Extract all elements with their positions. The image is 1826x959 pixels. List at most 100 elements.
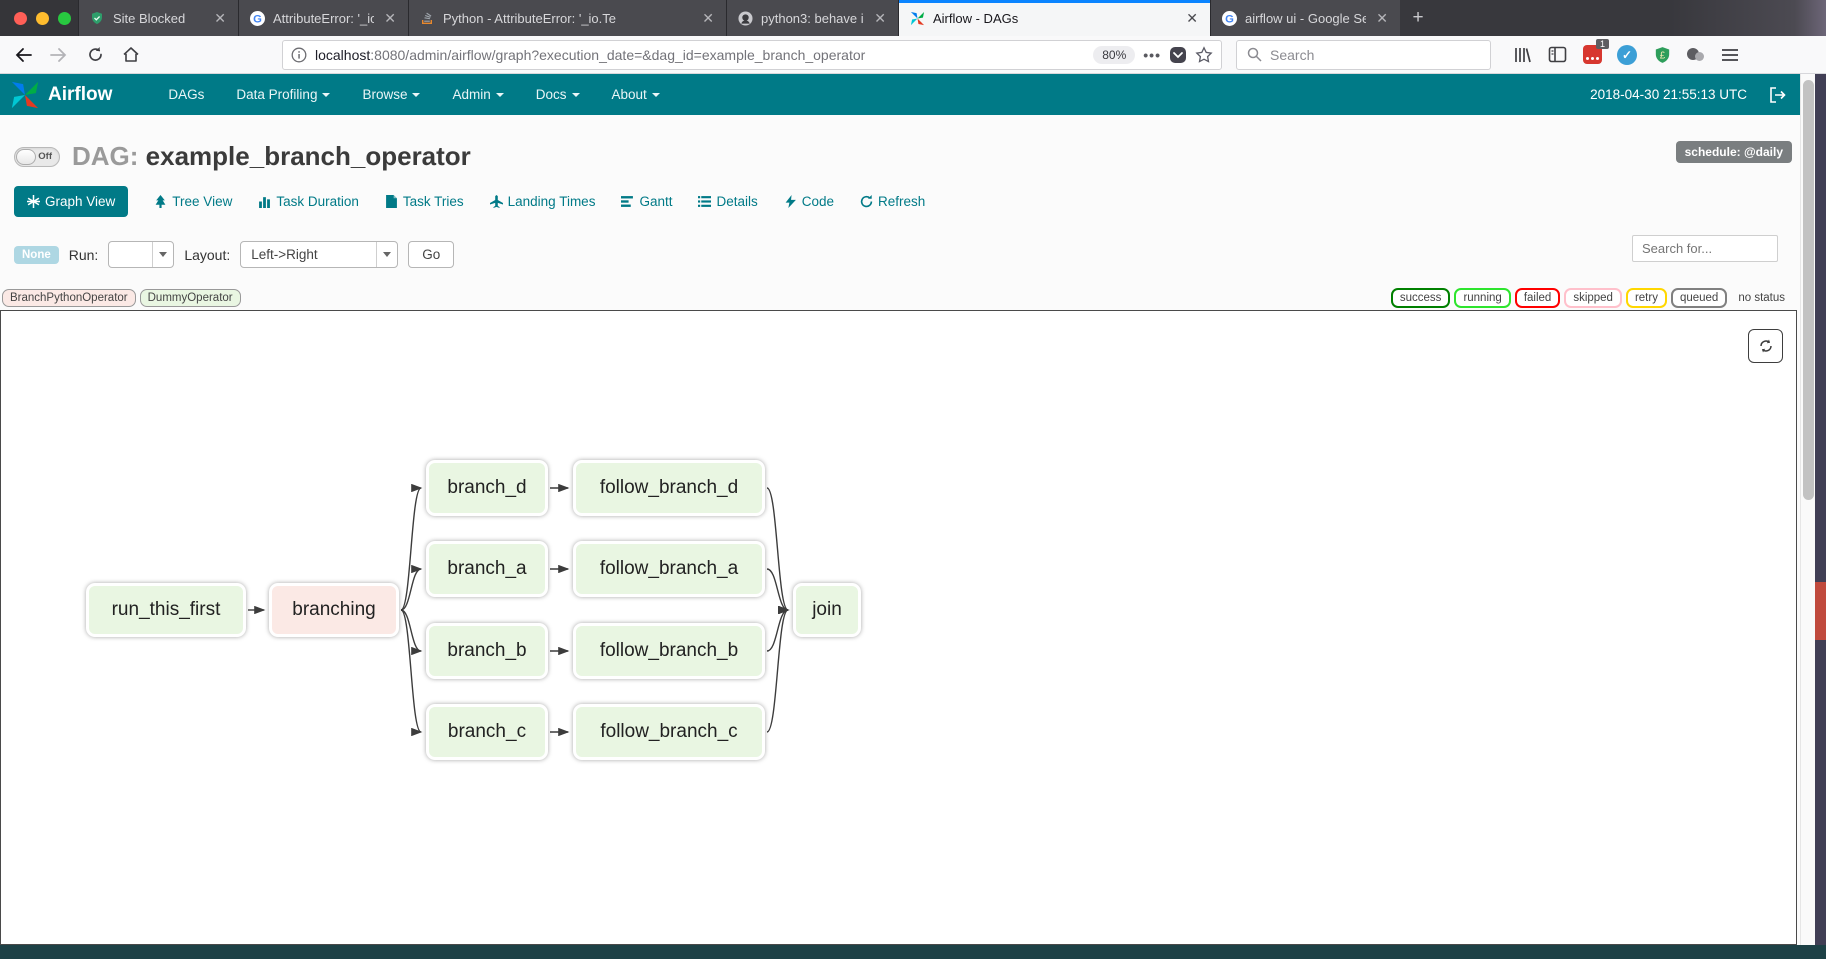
tab-python-stackoverflow[interactable]: Python - AttributeError: '_io.Te ✕: [408, 0, 726, 36]
go-button[interactable]: Go: [408, 241, 454, 268]
browser-search-field[interactable]: Search: [1236, 40, 1491, 70]
run-label: Run:: [69, 247, 99, 263]
state-legend: success running failed skipped retry que…: [1391, 288, 1792, 308]
url-text[interactable]: localhost:8080/admin/airflow/graph?execu…: [315, 47, 1085, 63]
tab-gantt[interactable]: Gantt: [621, 194, 672, 209]
view-tab-label: Tree View: [172, 194, 232, 209]
dag-node-follow_branch_c[interactable]: follow_branch_c: [573, 704, 765, 760]
legend-queued: queued: [1671, 288, 1727, 308]
sidebar-toggle-icon[interactable]: [1546, 44, 1568, 66]
github-icon: [737, 10, 753, 26]
zoom-level-badge[interactable]: 80%: [1093, 46, 1135, 64]
run-select[interactable]: [108, 241, 174, 268]
task-search-input[interactable]: [1632, 235, 1778, 262]
shield-extension-icon[interactable]: £: [1651, 44, 1673, 66]
nav-item-data-profiling[interactable]: Data Profiling: [220, 74, 346, 115]
tab-title: airflow ui - Google Search: [1245, 11, 1366, 26]
graph-view-icon: [27, 195, 40, 208]
tab-code[interactable]: Code: [784, 194, 834, 209]
shield-icon: [89, 10, 105, 26]
tab-title: python3: behave incorrectly mo: [761, 11, 864, 26]
url-bar[interactable]: localhost:8080/admin/airflow/graph?execu…: [282, 40, 1222, 70]
minimize-window-button[interactable]: [36, 12, 49, 25]
tab-close-icon[interactable]: ✕: [1184, 10, 1200, 27]
close-window-button[interactable]: [14, 12, 27, 25]
dag-pause-toggle[interactable]: Off: [14, 147, 60, 167]
dag-node-branch_a[interactable]: branch_a: [426, 541, 548, 597]
nav-item-browse[interactable]: Browse: [346, 74, 436, 115]
dag-node-join[interactable]: join: [793, 583, 861, 637]
chevron-down-icon: [153, 252, 173, 257]
airflow-logo-icon: [10, 80, 40, 110]
nav-label: Docs: [536, 87, 567, 102]
dag-node-follow_branch_b[interactable]: follow_branch_b: [573, 623, 765, 679]
svg-text:G: G: [253, 13, 262, 25]
home-button[interactable]: [116, 40, 146, 70]
dag-node-follow_branch_d[interactable]: follow_branch_d: [573, 460, 765, 516]
title-prefix: DAG:: [72, 141, 138, 171]
back-button[interactable]: [8, 40, 38, 70]
tab-landing-times[interactable]: Landing Times: [490, 194, 596, 209]
view-tab-label: Task Tries: [403, 194, 464, 209]
tab-attributeerror-search[interactable]: G AttributeError: '_io.TextIOWrapp ✕: [238, 0, 408, 36]
page-scrollbar[interactable]: [1800, 74, 1815, 945]
tab-github-issue[interactable]: python3: behave incorrectly mo ✕: [726, 0, 898, 36]
nav-item-dags[interactable]: DAGs: [152, 74, 220, 115]
bar-chart-icon: [258, 195, 271, 208]
tab-details[interactable]: Details: [698, 194, 757, 209]
tab-close-icon[interactable]: ✕: [700, 10, 716, 27]
chevron-down-icon: [377, 252, 397, 257]
page-actions-icon[interactable]: •••: [1143, 47, 1161, 63]
tab-close-icon[interactable]: ✕: [382, 10, 398, 27]
scrollbar-thumb[interactable]: [1803, 80, 1814, 500]
ghostery-extension-icon[interactable]: [1686, 45, 1706, 65]
dag-node-follow_branch_a[interactable]: follow_branch_a: [573, 541, 765, 597]
extension-badge: 1: [1596, 39, 1609, 49]
reload-button[interactable]: [80, 40, 110, 70]
dag-node-branch_d[interactable]: branch_d: [426, 460, 548, 516]
logout-icon[interactable]: [1769, 87, 1786, 103]
dag-node-run_this_first[interactable]: run_this_first: [86, 583, 246, 637]
new-tab-button[interactable]: +: [1400, 0, 1436, 36]
operator-legend: BranchPythonOperator DummyOperator: [2, 289, 241, 307]
toggle-knob: [16, 149, 36, 165]
library-icon[interactable]: [1511, 44, 1533, 66]
airflow-brand[interactable]: Airflow: [10, 80, 112, 110]
legend-skipped: skipped: [1564, 288, 1622, 308]
adblock-extension-icon[interactable]: 1: [1581, 44, 1603, 66]
google-icon: G: [249, 10, 265, 26]
zoom-window-button[interactable]: [58, 12, 71, 25]
bottom-edge: [0, 945, 1826, 959]
tab-task-tries[interactable]: Task Tries: [385, 194, 464, 209]
desktop-edge-strip: [1815, 74, 1826, 959]
forward-button[interactable]: [44, 40, 74, 70]
bookmark-star-icon[interactable]: [1195, 46, 1213, 64]
tab-close-icon[interactable]: ✕: [1374, 10, 1390, 27]
view-tab-label: Landing Times: [508, 194, 596, 209]
nav-item-admin[interactable]: Admin: [436, 74, 519, 115]
nav-label: Browse: [362, 87, 407, 102]
airflow-icon: [909, 10, 925, 26]
tab-task-duration[interactable]: Task Duration: [258, 194, 359, 209]
dag-node-branch_b[interactable]: branch_b: [426, 623, 548, 679]
dag-node-branching[interactable]: branching: [269, 583, 399, 637]
tab-site-blocked[interactable]: Site Blocked ✕: [78, 0, 238, 36]
tab-refresh[interactable]: Refresh: [860, 194, 925, 209]
tab-graph-view[interactable]: Graph View: [14, 186, 128, 217]
stackoverflow-icon: [419, 10, 435, 26]
tab-airflow-ui-search[interactable]: G airflow ui - Google Search ✕: [1210, 0, 1400, 36]
tab-airflow-dags-active[interactable]: Airflow - DAGs ✕: [898, 0, 1210, 36]
dag-node-branch_c[interactable]: branch_c: [426, 704, 548, 760]
pocket-icon[interactable]: [1169, 46, 1187, 64]
layout-select[interactable]: Left->Right: [240, 241, 398, 268]
tab-close-icon[interactable]: ✕: [212, 10, 228, 27]
nav-item-docs[interactable]: Docs: [520, 74, 596, 115]
tab-close-icon[interactable]: ✕: [872, 10, 888, 27]
graph-refresh-button[interactable]: [1748, 329, 1783, 363]
nav-item-about[interactable]: About: [596, 74, 676, 115]
info-icon[interactable]: [291, 47, 307, 63]
blue-extension-icon[interactable]: ✓: [1616, 44, 1638, 66]
tab-tree-view[interactable]: Tree View: [154, 194, 232, 209]
tab-title: Site Blocked: [113, 11, 204, 26]
menu-hamburger-icon[interactable]: [1719, 44, 1741, 66]
